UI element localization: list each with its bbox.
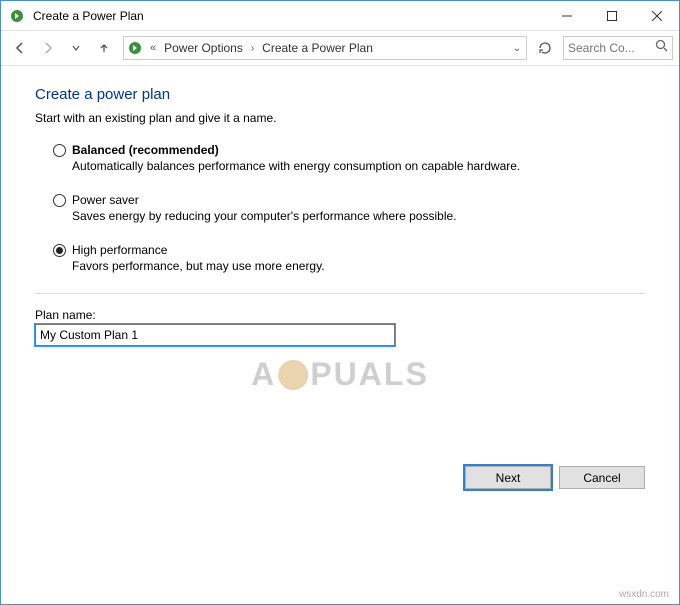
titlebar: Create a Power Plan (1, 1, 679, 31)
radio-balanced[interactable] (53, 144, 66, 157)
app-icon (9, 8, 25, 24)
watermark-face-icon (278, 360, 308, 390)
button-row: Next Cancel (465, 466, 645, 474)
back-button[interactable] (7, 35, 33, 61)
control-panel-icon (124, 40, 146, 56)
breadcrumb[interactable]: « Power Options › Create a Power Plan ⌄ (123, 36, 527, 60)
window-controls (544, 1, 679, 30)
breadcrumb-seg-power-options[interactable]: Power Options (160, 37, 247, 59)
window-title: Create a Power Plan (33, 9, 544, 23)
plan-name-power-saver[interactable]: Power saver (72, 193, 139, 207)
navbar: « Power Options › Create a Power Plan ⌄ (1, 31, 679, 66)
watermark: A PUALS (251, 356, 429, 393)
radio-high-performance[interactable] (53, 244, 66, 257)
empty-bottom-area: wsxdn.com (1, 474, 679, 604)
window-frame: Create a Power Plan (0, 0, 680, 605)
up-button[interactable] (91, 35, 117, 61)
close-button[interactable] (634, 1, 679, 30)
refresh-button[interactable] (533, 36, 557, 60)
plan-desc-balanced: Automatically balances performance with … (72, 159, 645, 173)
maximize-button[interactable] (589, 1, 634, 30)
plan-name-balanced[interactable]: Balanced (recommended) (72, 143, 219, 157)
radio-power-saver[interactable] (53, 194, 66, 207)
page-subheading: Start with an existing plan and give it … (35, 111, 645, 125)
content-area: Create a power plan Start with an existi… (1, 66, 679, 474)
page-heading: Create a power plan (35, 86, 645, 103)
plan-option-high-performance: High performance Favors performance, but… (53, 243, 645, 273)
forward-button[interactable] (35, 35, 61, 61)
site-watermark: wsxdn.com (619, 589, 669, 600)
plan-option-balanced: Balanced (recommended) Automatically bal… (53, 143, 645, 173)
chevron-right-icon[interactable]: › (247, 43, 258, 54)
plan-desc-high-performance: Favors performance, but may use more ene… (72, 259, 645, 273)
plan-option-power-saver: Power saver Saves energy by reducing you… (53, 193, 645, 223)
plan-list: Balanced (recommended) Automatically bal… (53, 143, 645, 273)
separator (35, 293, 645, 294)
plan-name-high-performance[interactable]: High performance (72, 243, 167, 257)
plan-name-label: Plan name: (35, 308, 645, 322)
breadcrumb-root-chevron[interactable]: « (146, 42, 160, 54)
plan-desc-power-saver: Saves energy by reducing your computer's… (72, 209, 645, 223)
plan-name-input[interactable] (35, 324, 395, 346)
search-input[interactable] (568, 41, 655, 55)
breadcrumb-seg-create-plan[interactable]: Create a Power Plan (258, 37, 377, 59)
recent-locations-button[interactable] (63, 35, 89, 61)
minimize-button[interactable] (544, 1, 589, 30)
search-icon (655, 39, 668, 57)
breadcrumb-dropdown[interactable]: ⌄ (508, 37, 526, 59)
search-box[interactable] (563, 36, 673, 60)
